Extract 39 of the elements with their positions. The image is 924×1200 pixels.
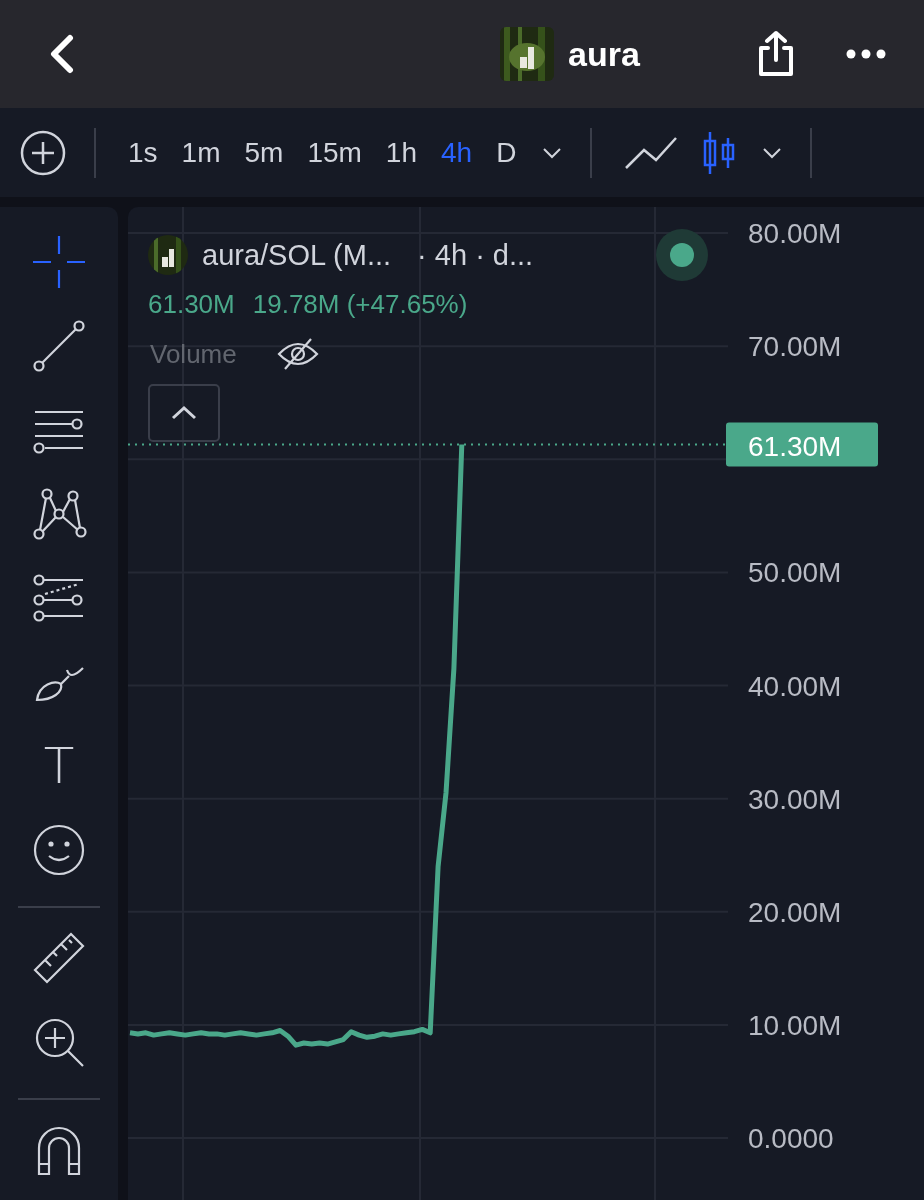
back-icon[interactable] bbox=[48, 34, 74, 74]
caret-icon[interactable] bbox=[542, 146, 563, 159]
axis-label: 20.00M bbox=[748, 896, 842, 928]
crosshair-icon[interactable] bbox=[31, 234, 87, 290]
indicator-name: Volume bbox=[150, 338, 237, 370]
symbol-name[interactable]: aura/SOL (M... bbox=[202, 238, 392, 272]
header-title: aura bbox=[568, 34, 640, 74]
timeframe-tab[interactable]: 4h bbox=[429, 136, 485, 169]
timeframe-tab[interactable]: D bbox=[484, 136, 529, 169]
interval-text: · 4h · d... bbox=[417, 238, 534, 272]
axis-label: 0.0000 bbox=[748, 1123, 834, 1154]
more-icon[interactable] bbox=[846, 49, 886, 59]
collapse-button[interactable] bbox=[148, 384, 220, 442]
share-icon[interactable] bbox=[756, 30, 796, 78]
hidden-icon[interactable] bbox=[276, 338, 319, 370]
status-dot bbox=[670, 243, 694, 267]
caret-icon[interactable] bbox=[762, 146, 783, 159]
add-icon[interactable] bbox=[20, 129, 66, 176]
timeframe-tab[interactable]: 5m bbox=[232, 136, 296, 169]
axis-label: 50.00M bbox=[748, 557, 842, 589]
axis-label: 10.00M bbox=[748, 1009, 842, 1041]
axis-label: 30.00M bbox=[748, 783, 842, 815]
timeframe-tab[interactable]: 1m bbox=[169, 136, 233, 169]
line-chart-icon[interactable] bbox=[624, 135, 679, 170]
price-change: 19.78M (+47.65%) bbox=[252, 289, 468, 320]
last-price: 61.30M bbox=[148, 289, 235, 320]
chevron-up-icon bbox=[170, 405, 198, 421]
axis-label: 40.00M bbox=[748, 670, 842, 702]
timeframe-tab[interactable]: 1s bbox=[116, 136, 170, 169]
axis-label: 80.00M bbox=[748, 218, 842, 249]
timeframe-tab[interactable]: 1h bbox=[373, 136, 429, 169]
candles-icon[interactable] bbox=[702, 130, 737, 175]
timeframe-tab[interactable]: 15m bbox=[295, 136, 374, 169]
smiley-icon[interactable] bbox=[31, 822, 87, 878]
trend-line-icon[interactable] bbox=[31, 318, 87, 374]
ruler-icon[interactable] bbox=[31, 930, 87, 986]
axis-label: 70.00M bbox=[748, 331, 842, 363]
pattern-icon[interactable] bbox=[31, 486, 87, 542]
text-tool[interactable]: T bbox=[43, 737, 75, 795]
